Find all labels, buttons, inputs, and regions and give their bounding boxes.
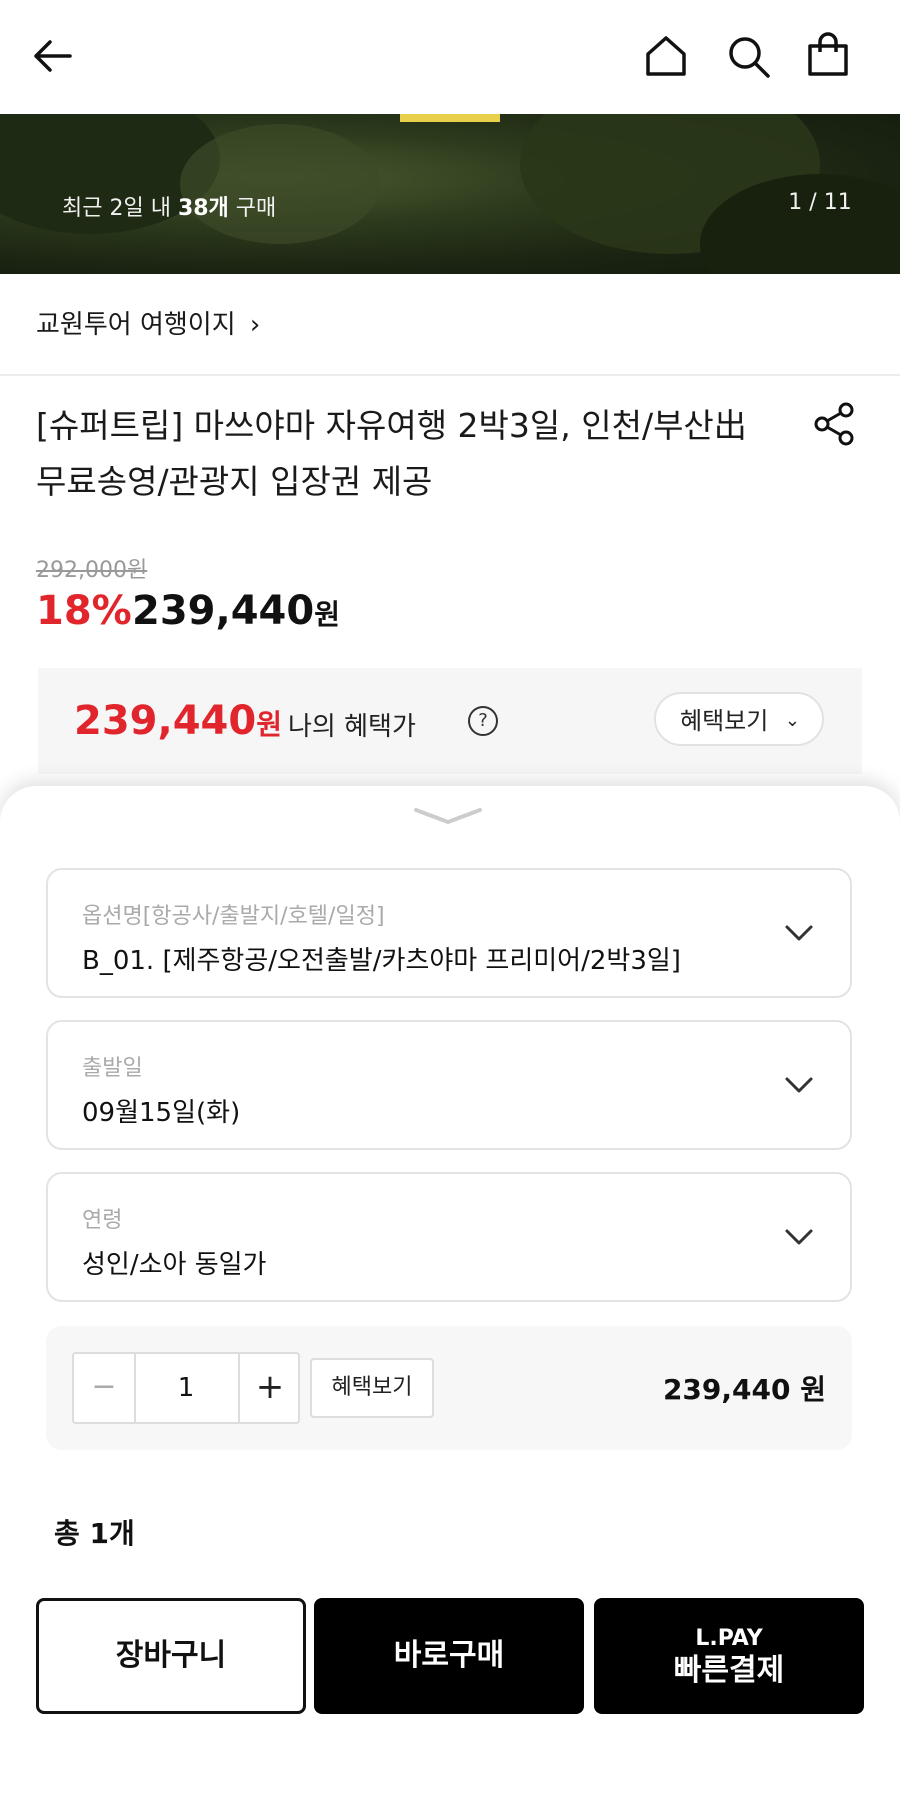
benefit-price: 239,440원 — [74, 698, 282, 744]
search-icon[interactable] — [726, 34, 772, 80]
buy-now-button[interactable]: 바로구매 — [314, 1598, 584, 1714]
lpay-quick-pay-button[interactable]: L.PAY 빠른결제 — [594, 1598, 864, 1714]
product-image-carousel[interactable]: 최근 2일 내 38개 구매 1 / 11 — [0, 114, 900, 274]
arrow-left-icon[interactable] — [30, 38, 74, 74]
chevron-down-icon — [785, 1229, 813, 1245]
line-price: 239,440 원 — [662, 1373, 826, 1406]
chevron-right-icon: › — [249, 310, 261, 340]
recent-purchase-text: 최근 2일 내 38개 구매 — [62, 196, 277, 221]
lpay-logo-text: L.PAY — [695, 1626, 763, 1651]
quantity-stepper: − 1 + — [72, 1352, 300, 1424]
add-to-cart-button[interactable]: 장바구니 — [36, 1598, 306, 1714]
share-icon[interactable] — [812, 402, 856, 446]
help-icon[interactable]: ? — [468, 706, 498, 736]
benefit-price-box: 239,440원 나의 혜택가 ? 혜택보기 ⌄ — [38, 668, 862, 774]
view-benefits-button[interactable]: 혜택보기 ⌄ — [654, 692, 824, 746]
option-bottom-sheet: 옵션명[항공사/출발지/호텔/일정] B_01. [제주항공/오전출발/카츠야마… — [0, 786, 900, 1817]
quantity-value[interactable]: 1 — [134, 1354, 238, 1422]
total-count: 총 1개 — [54, 1517, 135, 1550]
divider — [0, 374, 900, 376]
decrease-quantity-button[interactable]: − — [74, 1354, 136, 1422]
age-select[interactable]: 연령 성인/소아 동일가 — [46, 1172, 852, 1302]
shopping-bag-icon[interactable] — [806, 32, 850, 78]
increase-quantity-button[interactable]: + — [238, 1354, 300, 1422]
sheet-collapse-handle-icon[interactable] — [412, 804, 484, 828]
sale-price: 239,440원 — [132, 588, 340, 634]
store-name: 교원투어 여행이지 — [36, 310, 236, 340]
departure-date-select[interactable]: 출발일 09월15일(화) — [46, 1020, 852, 1150]
quantity-benefits-button[interactable]: 혜택보기 — [310, 1358, 434, 1418]
image-highlight — [400, 114, 500, 122]
chevron-down-icon — [785, 1077, 813, 1093]
discount-rate: 18% — [36, 588, 132, 634]
quantity-panel: − 1 + 혜택보기 239,440 원 — [46, 1326, 852, 1450]
store-link[interactable]: 교원투어 여행이지 › — [36, 304, 260, 341]
home-icon[interactable] — [644, 34, 688, 78]
benefit-label: 나의 혜택가 — [288, 712, 416, 742]
product-title: [슈퍼트립] 마쓰야마 자유여행 2박3일, 인천/부산出 무료송영/관광지 입… — [36, 406, 747, 501]
lpay-label: 빠른결제 — [673, 1653, 785, 1688]
option-select[interactable]: 옵션명[항공사/출발지/호텔/일정] B_01. [제주항공/오전출발/카츠야마… — [46, 868, 852, 998]
image-counter: 1 / 11 — [788, 190, 852, 215]
chevron-down-icon — [785, 925, 813, 941]
original-price: 292,000원 — [36, 558, 148, 583]
chevron-down-icon: ⌄ — [784, 710, 800, 731]
top-bar — [0, 0, 900, 114]
